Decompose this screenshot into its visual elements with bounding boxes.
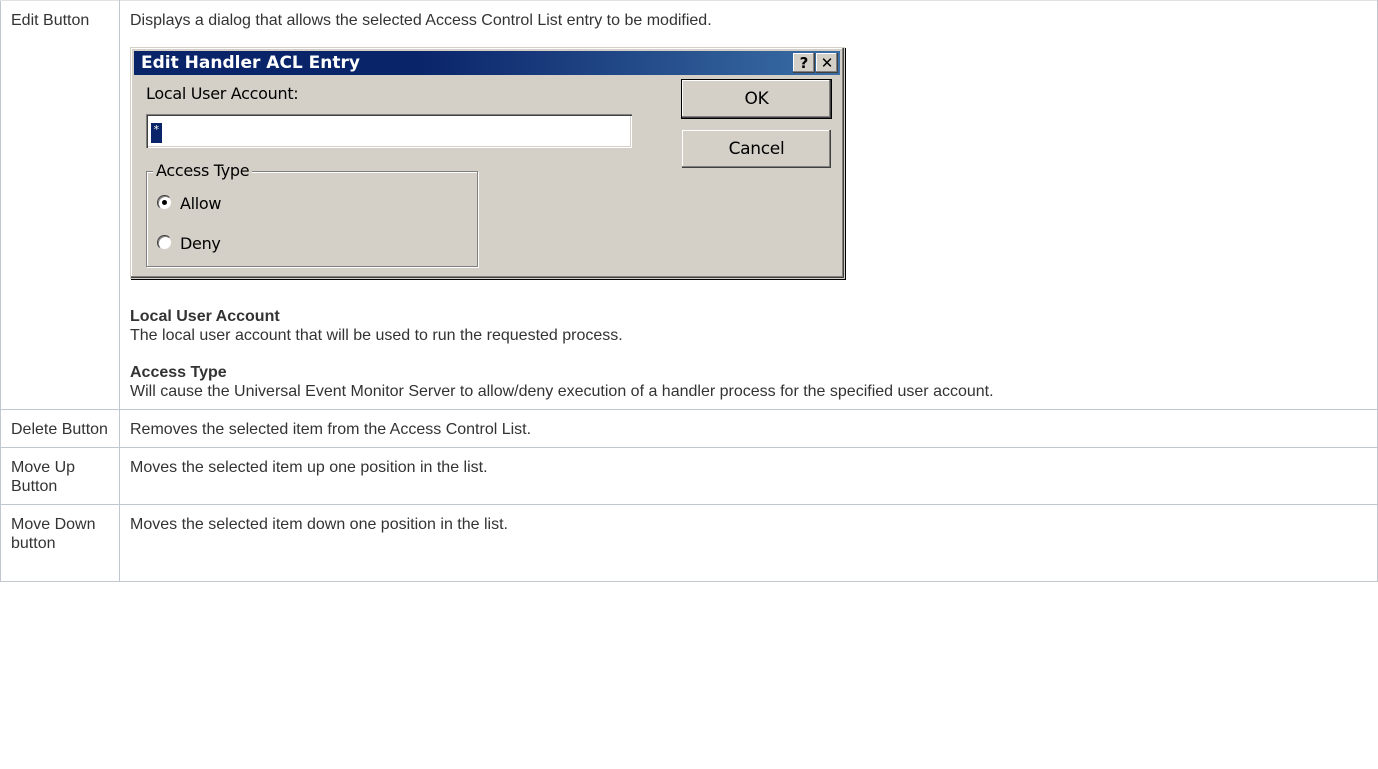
edit-handler-acl-dialog: Edit Handler ACL Entry ? ✕ Local User Ac… <box>130 47 845 279</box>
local-user-value: * <box>151 123 162 143</box>
term-cell: Edit Button <box>0 0 120 410</box>
dialog-titlebar: Edit Handler ACL Entry <box>134 51 840 75</box>
allow-radio[interactable] <box>157 195 172 210</box>
allow-option[interactable]: Allow <box>157 194 222 213</box>
description-cell: Moves the selected item up one position … <box>119 447 1378 505</box>
term-cell: Move Up Button <box>0 447 120 505</box>
deny-label: Deny <box>180 234 221 253</box>
ok-button[interactable]: OK <box>682 80 831 118</box>
section-text: Will cause the Universal Event Monitor S… <box>130 383 994 400</box>
section-text: The local user account that will be used… <box>130 327 623 344</box>
row-description: Displays a dialog that allows the select… <box>130 12 712 29</box>
table-row-move-down: Move Down button Moves the selected item… <box>0 504 1378 582</box>
table-row-edit: Edit Button Displays a dialog that allow… <box>0 0 1378 410</box>
deny-radio[interactable] <box>157 235 172 250</box>
section-heading: Local User Account <box>130 308 280 325</box>
dialog-title: Edit Handler ACL Entry <box>141 53 360 73</box>
term-cell: Delete Button <box>0 409 120 448</box>
access-type-label: Access Type <box>153 161 253 180</box>
section-local-user-account: Local User Account The local user accoun… <box>130 307 1367 345</box>
help-button[interactable]: ? <box>793 53 815 73</box>
section-access-type: Access Type Will cause the Universal Eve… <box>130 363 1367 401</box>
reference-table: Edit Button Displays a dialog that allow… <box>0 0 1378 582</box>
access-type-group: Access Type Allow Deny <box>146 161 478 267</box>
close-icon[interactable]: ✕ <box>816 53 838 73</box>
section-heading: Access Type <box>130 364 227 381</box>
local-user-label: Local User Account: <box>146 84 299 103</box>
table-row-move-up: Move Up Button Moves the selected item u… <box>0 447 1378 505</box>
cancel-button[interactable]: Cancel <box>682 130 831 168</box>
term-cell: Move Down button <box>0 504 120 582</box>
table-row-delete: Delete Button Removes the selected item … <box>0 409 1378 448</box>
description-cell: Moves the selected item down one positio… <box>119 504 1378 582</box>
deny-option[interactable]: Deny <box>157 234 221 253</box>
description-cell: Removes the selected item from the Acces… <box>119 409 1378 448</box>
allow-label: Allow <box>180 194 222 213</box>
description-cell: Displays a dialog that allows the select… <box>119 0 1378 410</box>
local-user-input[interactable]: * <box>146 114 632 148</box>
